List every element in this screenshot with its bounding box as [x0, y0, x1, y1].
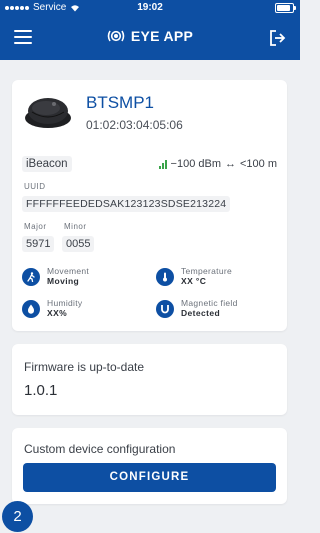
- configure-button[interactable]: CONFIGURE: [23, 463, 276, 492]
- distance-value: <100 m: [240, 158, 277, 170]
- rssi-value: −100 dBm: [170, 158, 221, 170]
- battery-icon: [275, 3, 296, 13]
- eye-logo-icon: [107, 30, 125, 42]
- humidity-value: XX%: [47, 308, 68, 318]
- uuid-label: UUID: [24, 182, 46, 191]
- device-card: BTSMP1 01:02:03:04:05:06 iBeacon −100 dB…: [12, 80, 287, 331]
- app-logo: EYE APP: [0, 28, 300, 44]
- protocol-badge: iBeacon: [22, 156, 72, 172]
- uuid-value: FFFFFFEEDEDSAK123123SDSE213224: [22, 196, 231, 212]
- notification-badge[interactable]: 2: [2, 501, 33, 532]
- signal-info: −100 dBm ↔ <100 m: [158, 158, 277, 170]
- sensor-temperature: Temperature XX °C: [156, 266, 232, 287]
- logout-icon: [270, 30, 286, 46]
- firmware-status: Firmware is up-to-date: [24, 360, 145, 374]
- app-header: EYE APP: [0, 16, 300, 60]
- status-time: 19:02: [137, 2, 163, 13]
- logout-button[interactable]: [268, 29, 286, 47]
- firmware-version: 1.0.1: [24, 382, 58, 399]
- app-title: EYE APP: [130, 28, 194, 44]
- running-person-icon: [22, 267, 40, 286]
- configuration-card: Custom device configuration CONFIGURE: [12, 428, 287, 504]
- humidity-label: Humidity: [47, 298, 83, 308]
- temperature-value: XX °C: [181, 276, 207, 286]
- minor-value: 0055: [62, 236, 95, 252]
- magnet-icon: [156, 299, 174, 318]
- temperature-label: Temperature: [181, 266, 233, 276]
- sensor-magnetic-field: Magnetic field Detected: [156, 298, 238, 319]
- sensor-movement: Movement Moving: [22, 266, 89, 287]
- device-mac-address: 01:02:03:04:05:06: [86, 118, 183, 132]
- movement-label: Movement: [47, 266, 90, 276]
- movement-value: Moving: [47, 276, 80, 286]
- device-name: BTSMP1: [86, 93, 155, 112]
- signal-strength-icon: [158, 159, 167, 169]
- configuration-title: Custom device configuration: [24, 442, 176, 456]
- firmware-card: Firmware is up-to-date 1.0.1: [12, 344, 287, 415]
- magnetic-field-value: Detected: [181, 308, 221, 318]
- minor-label: Minor: [64, 222, 87, 231]
- beacon-device-image: [25, 98, 71, 128]
- major-value: 5971: [22, 236, 55, 252]
- sensor-humidity: Humidity XX%: [22, 298, 82, 319]
- status-bar: Service 19:02: [0, 0, 300, 16]
- thermometer-icon: [156, 267, 174, 286]
- major-label: Major: [24, 222, 47, 231]
- magnetic-field-label: Magnetic field: [181, 298, 238, 308]
- distance-arrow-icon: ↔: [225, 158, 236, 170]
- water-drop-icon: [22, 299, 40, 318]
